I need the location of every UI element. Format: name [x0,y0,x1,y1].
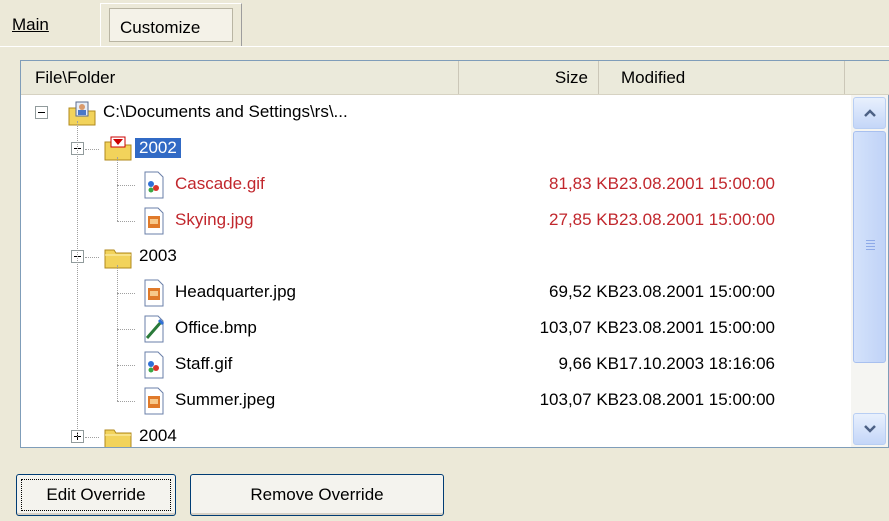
tree-connector-line [117,329,135,330]
gif-file-icon [139,350,169,380]
item-name: Skying.jpg [175,210,254,229]
folder-override-icon [103,134,133,164]
scroll-thumb[interactable] [853,131,886,363]
file-tree-view[interactable]: File\Folder Size Modified C:\Documents a… [20,60,889,448]
tree-connector-line [117,401,135,402]
tree-connector-line [117,157,118,221]
column-filler [845,61,889,94]
tree-root-row[interactable]: C:\Documents and Settings\rs\... [21,95,849,131]
column-size-label: Size [554,68,588,87]
item-name: 2004 [139,426,177,445]
vertical-scrollbar[interactable] [851,95,888,447]
folder-row[interactable]: 2004 [21,419,849,447]
item-size: 103,07 KB [539,390,619,409]
folder-row[interactable]: 2003 [21,239,849,275]
tree-connector-line [117,265,118,401]
column-modified-label: Modified [621,68,686,87]
item-size: 81,83 KB [549,174,619,193]
chevron-down-icon [863,425,876,433]
tab-panel-edge [0,46,889,48]
collapse-icon[interactable] [35,106,48,119]
scroll-up-button[interactable] [853,97,886,129]
column-file-folder-label: File\Folder [35,68,116,87]
item-name: C:\Documents and Settings\rs\... [103,102,348,121]
user-folder-icon [67,98,97,128]
item-name: 2002 [135,138,181,158]
scroll-grip-icon [866,240,875,252]
item-modified: 23.08.2001 15:00:00 [619,174,775,193]
item-modified: 17.10.2003 18:16:06 [619,354,775,373]
file-row[interactable]: Summer.jpeg 103,07 KB 23.08.2001 15:00:00 [21,383,849,419]
item-size: 9,66 KB [558,354,620,373]
remove-override-button[interactable]: Remove Override [190,474,444,516]
focus-rectangle [21,479,171,511]
column-size[interactable]: Size [459,61,599,94]
item-size: 103,07 KB [539,318,619,337]
item-modified: 23.08.2001 15:00:00 [619,318,775,337]
jpg-file-icon [139,278,169,308]
item-size: 27,85 KB [549,210,619,229]
bmp-file-icon [139,314,169,344]
file-row[interactable]: Cascade.gif 81,83 KB 23.08.2001 15:00:00 [21,167,849,203]
jpg-file-icon [139,206,169,236]
tab-customize[interactable]: Customize [100,3,242,47]
item-size: 69,52 KB [549,282,619,301]
item-name: 2003 [139,246,177,265]
scroll-down-button[interactable] [853,413,886,445]
item-name: Office.bmp [175,318,257,337]
folder-icon [103,422,133,447]
item-name: Staff.gif [175,354,233,373]
tree-rows: C:\Documents and Settings\rs\... 2002 Casc… [21,95,849,447]
jpg-file-icon [139,386,169,416]
tree-connector-line [85,149,99,150]
file-row[interactable]: Headquarter.jpg 69,52 KB 23.08.2001 15:00:… [21,275,849,311]
item-modified: 23.08.2001 15:00:00 [619,210,775,229]
tab-customize-label: Customize [120,18,201,37]
edit-override-button[interactable]: Edit Override [16,474,176,516]
item-modified: 23.08.2001 15:00:00 [619,390,775,409]
tree-connector-line [77,121,78,437]
tab-customize-inner: Customize [109,8,233,42]
file-row[interactable]: Skying.jpg 27,85 KB 23.08.2001 15:00:00 [21,203,849,239]
file-row[interactable]: Office.bmp 103,07 KB 23.08.2001 15:00:00 [21,311,849,347]
gif-file-icon [139,170,169,200]
file-row[interactable]: Staff.gif 9,66 KB 17.10.2003 18:16:06 [21,347,849,383]
item-name: Summer.jpeg [175,390,276,409]
item-name: Headquarter.jpg [175,282,296,301]
tab-main-label: Main [12,15,49,34]
tree-connector-line [85,437,99,438]
tree-connector-line [117,221,135,222]
folder-icon [103,242,133,272]
tree-connector-line [85,257,99,258]
column-header: File\Folder Size Modified [21,61,889,95]
chevron-up-icon [863,109,876,117]
item-name: Cascade.gif [175,174,265,193]
tab-main[interactable]: Main [6,8,90,46]
column-file-folder[interactable]: File\Folder [21,61,459,94]
tree-connector-line [117,185,135,186]
item-modified: 23.08.2001 15:00:00 [619,282,775,301]
remove-override-label: Remove Override [250,485,384,504]
tree-connector-line [117,293,135,294]
folder-row[interactable]: 2002 [21,131,849,167]
column-modified[interactable]: Modified [599,61,845,94]
tree-connector-line [117,365,135,366]
